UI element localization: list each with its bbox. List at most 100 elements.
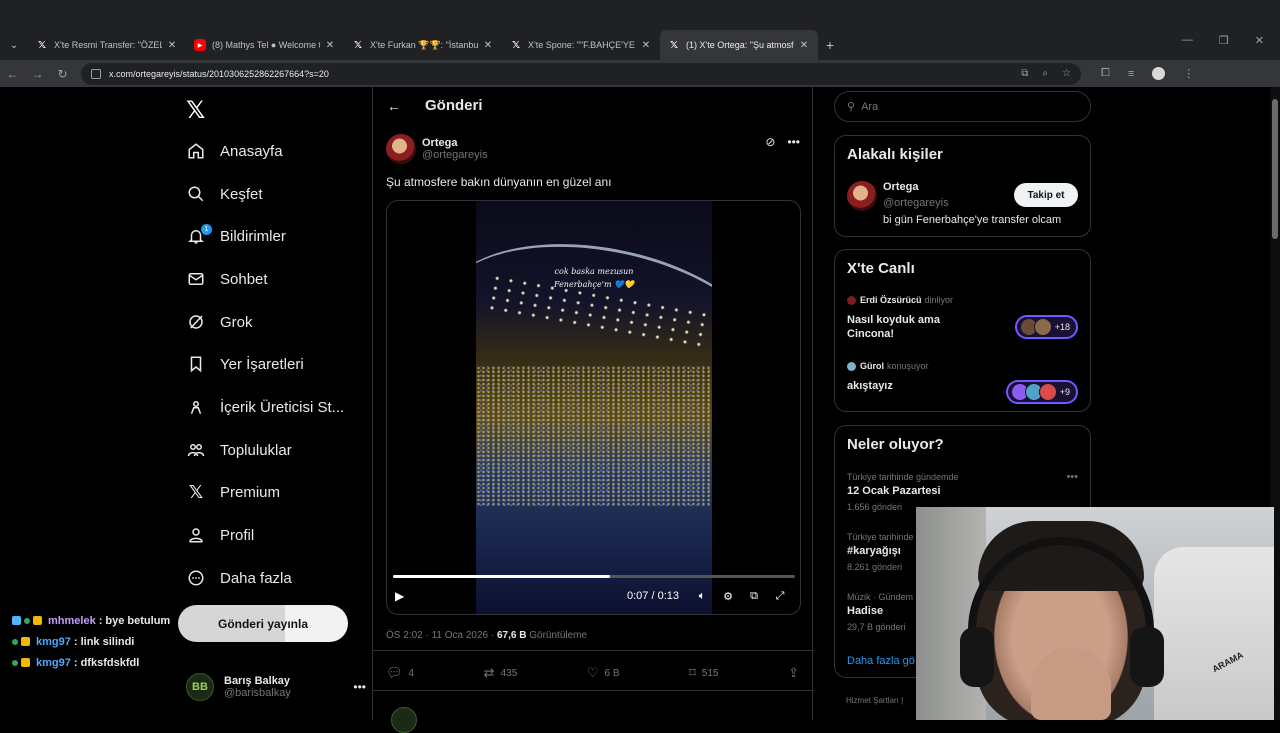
person-name[interactable]: Ortega: [883, 181, 918, 193]
new-tab-button[interactable]: +: [818, 37, 842, 53]
video-player[interactable]: cok baska mezusun Fenerbahçe'm 💙💛 ▶ 0:07…: [386, 200, 801, 615]
more-icon[interactable]: •••: [353, 680, 366, 694]
restore-icon[interactable]: ❐: [1219, 34, 1229, 47]
browser-tab-2[interactable]: ▶ (8) Mathys Tel ● Welcome to G ✕: [186, 30, 344, 60]
chat-message: mhmelek : bye betulum: [12, 610, 170, 631]
streamer-hand: [1031, 647, 1111, 720]
pip-icon[interactable]: ⧉: [741, 590, 767, 603]
browser-tabbar: ⌄ 𝕏 X'te Resmi Transfer: "ÖZEL| Fen ✕ ▶ …: [0, 0, 1280, 60]
tab-search-button[interactable]: ⌄: [0, 30, 28, 60]
more-icon[interactable]: •••: [1066, 471, 1078, 483]
video-progress-bar[interactable]: [393, 575, 795, 578]
author-handle[interactable]: @ortegareyis: [422, 149, 488, 161]
close-icon[interactable]: ✕: [798, 40, 810, 51]
avatar[interactable]: [386, 134, 416, 164]
reply-count: 4: [408, 667, 415, 679]
reload-icon[interactable]: ↻: [50, 67, 75, 81]
close-icon[interactable]: ✕: [166, 40, 178, 51]
browser-tab-3[interactable]: 𝕏 X'te Furkan 🏆🏆: "İstanbul'da ✕: [344, 30, 502, 60]
like-button[interactable]: ♡ 6 B: [587, 665, 620, 681]
search-input[interactable]: ⚲ Ara: [834, 91, 1091, 122]
view-label: Görüntüleme: [526, 630, 588, 641]
account-name: Barış Balkay: [224, 675, 291, 687]
nav-chat[interactable]: Sohbet: [186, 259, 268, 299]
trend-context: Türkiye tarihinde: [847, 532, 914, 542]
nav-notifications[interactable]: 1 Bildirimler: [186, 216, 286, 256]
trend-title[interactable]: Hadise: [847, 605, 883, 617]
menu-icon[interactable]: ⋮: [1183, 67, 1194, 80]
stadium-crowd: [476, 366, 712, 506]
back-icon[interactable]: ←: [0, 67, 25, 81]
page-title: Gönderi: [425, 97, 483, 114]
person-handle[interactable]: @ortegareyis: [883, 197, 949, 209]
star-icon[interactable]: ☆: [1062, 68, 1071, 79]
space-listeners[interactable]: +9: [1005, 380, 1078, 404]
account-switcher[interactable]: BB Barış Balkay @barisbalkay •••: [186, 667, 366, 707]
live-spaces-card: X'te Canlı Erdi Özsürücü dinliyor Nasıl k…: [834, 249, 1091, 412]
volume-icon[interactable]: 🔈︎: [689, 590, 715, 603]
nav-communities[interactable]: Topluluklar: [186, 430, 292, 470]
author-name[interactable]: Ortega: [422, 137, 488, 149]
minimize-icon[interactable]: —: [1182, 34, 1193, 47]
avatar: [847, 361, 856, 371]
browser-tab-1[interactable]: 𝕏 X'te Resmi Transfer: "ÖZEL| Fen ✕: [28, 30, 186, 60]
trend-title[interactable]: 12 Ocak Pazartesi: [847, 485, 941, 497]
nav-profile[interactable]: Profil: [186, 515, 254, 555]
show-more-link[interactable]: Daha fazla gö: [847, 655, 915, 667]
post-author[interactable]: Ortega @ortegareyis: [386, 134, 488, 164]
trend-title[interactable]: #karyağışı: [847, 545, 901, 557]
close-icon[interactable]: ✕: [640, 40, 652, 51]
extensions-icon[interactable]: ⧠: [1101, 67, 1110, 80]
post-timestamp[interactable]: ÖS 2:02 · 11 Oca 2026 ·: [386, 630, 497, 641]
profile-avatar[interactable]: [1152, 67, 1166, 80]
space-title[interactable]: Nasıl koyduk ama Cincona!: [847, 313, 967, 341]
nav-explore[interactable]: Keşfet: [186, 174, 263, 214]
share-button[interactable]: ⇪: [788, 665, 799, 681]
forward-icon[interactable]: →: [25, 67, 50, 81]
nav-more[interactable]: Daha fazla: [186, 558, 292, 598]
follow-button[interactable]: Takip et: [1014, 183, 1078, 207]
close-window-icon[interactable]: ✕: [1255, 34, 1264, 47]
close-icon[interactable]: ✕: [324, 40, 336, 51]
nav-bookmarks[interactable]: Yer İşaretleri: [186, 344, 304, 384]
avatar[interactable]: [847, 181, 877, 211]
play-icon[interactable]: ▶: [395, 589, 409, 603]
post-button[interactable]: Gönderi yayınla: [178, 605, 348, 642]
close-icon[interactable]: ✕: [482, 40, 494, 51]
reply-button[interactable]: 💬︎ 4: [386, 665, 414, 681]
zoom-icon[interactable]: ⌕: [1042, 68, 1048, 79]
media-icon[interactable]: ≡: [1128, 68, 1134, 80]
browser-tab-5[interactable]: 𝕏 (1) X'te Ortega: "Şu atmosfere b ✕: [660, 30, 818, 60]
x-icon: 𝕏: [669, 39, 679, 51]
x-logo-icon[interactable]: 𝕏: [186, 96, 205, 125]
grok-icon[interactable]: ⊘: [765, 135, 775, 149]
space-title[interactable]: akıştayız: [847, 379, 893, 393]
bookmark-icon: [186, 355, 206, 373]
scrollbar-thumb[interactable]: [1272, 99, 1278, 239]
nav-grok[interactable]: Grok: [186, 302, 253, 342]
trend-count: 8.261 gönderi: [847, 562, 903, 572]
share-icon: ⇪: [788, 665, 799, 680]
bookmark-button[interactable]: ⌑ 515: [689, 665, 718, 681]
site-info-icon[interactable]: [91, 68, 101, 79]
settings-icon[interactable]: ⚙: [715, 590, 741, 603]
repost-icon: ⇄: [483, 665, 495, 680]
nav-home[interactable]: Anasayfa: [186, 131, 283, 171]
stream-chat-overlay: mhmelek : bye betulum kmg97 : link silin…: [12, 610, 170, 673]
person-bio: bi gün Fenerbahçe'ye transfer olcam: [883, 214, 1062, 226]
nav-label: Sohbet: [220, 270, 268, 288]
repost-button[interactable]: ⇄ 435: [484, 665, 518, 681]
nav-label: Premium: [220, 483, 281, 501]
fullscreen-icon[interactable]: ⤢: [767, 590, 793, 603]
nav-creator-studio[interactable]: İçerik Üreticisi St...: [186, 387, 344, 427]
browser-tab-4[interactable]: 𝕏 X'te Spone: ""F.BAHÇE'YE GELM ✕: [502, 30, 660, 60]
url-field[interactable]: x.com/ortegareyis/status/201030625286226…: [81, 62, 1081, 85]
nav-premium[interactable]: 𝕏 Premium: [186, 472, 280, 512]
more-icon[interactable]: •••: [787, 135, 800, 149]
install-icon[interactable]: ⧉: [1021, 68, 1028, 79]
search-placeholder: Ara: [861, 100, 879, 113]
space-listeners[interactable]: +18: [1014, 315, 1078, 339]
back-arrow-icon[interactable]: ←: [387, 98, 401, 114]
video-frame[interactable]: cok baska mezusun Fenerbahçe'm 💙💛: [476, 201, 712, 614]
footer-links[interactable]: Hizmet Şartları |: [846, 696, 903, 705]
